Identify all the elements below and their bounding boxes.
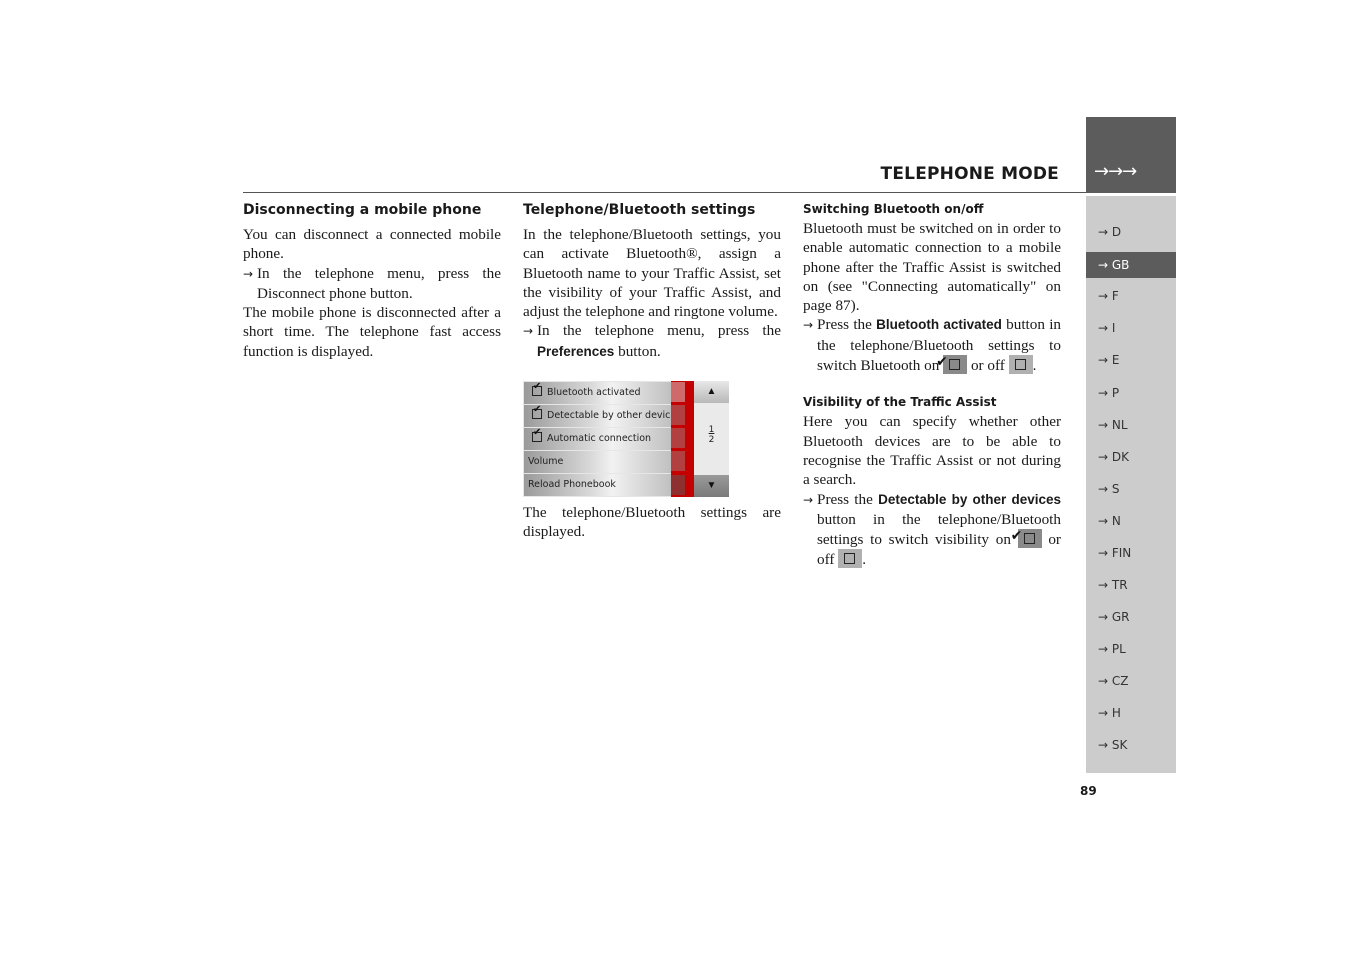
step-text: or off [967,357,1009,375]
sidebar-item-p[interactable]: → P [1086,380,1176,406]
device-row-volume[interactable]: Volume [524,451,671,474]
sidebar-item-h[interactable]: → H [1086,700,1176,726]
step-text: . [862,551,867,569]
device-red-bar [671,381,694,498]
device-row-bluetooth-activated[interactable]: Bluetooth activated [524,381,671,405]
paragraph: In the telephone/Bluetooth settings, you… [523,226,781,321]
sidebar-item-fin[interactable]: → FIN [1086,540,1176,566]
red-cell [671,382,685,403]
section-heading: Telephone/Bluetooth settings [523,202,756,218]
checkbox-checked-icon [532,427,542,443]
sidebar-item-n[interactable]: → N [1086,508,1176,534]
paragraph: The mobile phone is disconnected after a… [243,304,501,360]
row-label: Volume [528,456,564,468]
sidebar-item-cz[interactable]: → CZ [1086,668,1176,694]
device-row-reload-phonebook[interactable]: Reload Phonebook [524,474,671,497]
red-cell [671,405,685,426]
sidebar-item-pl[interactable]: → PL [1086,636,1176,662]
triple-arrow-icon: →→→ [1094,161,1137,182]
step-text: button. [614,342,661,360]
row-label: Detectable by other devices [547,410,682,422]
sidebar-item-tr[interactable]: → TR [1086,572,1176,598]
step-text: In the telephone menu, press the Disconn… [257,264,501,302]
sidebar-item-i[interactable]: → I [1086,315,1176,341]
page-indicator: 1 2 [694,425,729,445]
paragraph: The telephone/Bluetooth settings are dis… [523,504,781,541]
checkbox-checked-icon [532,381,542,397]
page-number: 89 [1080,784,1097,798]
page-current: 1 [708,425,715,436]
device-scrollbar: ▲ 1 2 ▼ [694,381,729,498]
ui-label-detectable: Detectable by other devices [878,491,1062,507]
section-bluetooth-settings: Telephone/Bluetooth settings In the tele… [523,200,781,542]
sidebar-item-gr[interactable]: → GR [1086,604,1176,630]
ui-label-bluetooth-activated: Bluetooth activated [876,317,1002,333]
step-text: Press the [817,490,879,508]
header-rule [243,192,1086,193]
sidebar-item-dk[interactable]: → DK [1086,444,1176,470]
arrow-icon: → [803,492,814,507]
sidebar-item-nl[interactable]: → NL [1086,412,1176,438]
sidebar-item-d[interactable]: → D [1086,219,1176,245]
instruction-step: → Press the Detectable by other devices b… [803,490,1061,570]
chapter-tab: →→→ [1086,117,1176,193]
sidebar-item-s[interactable]: → S [1086,476,1176,502]
device-row-detectable[interactable]: Detectable by other devices [524,404,681,428]
sidebar-item-gb[interactable]: → GB [1086,252,1176,278]
step-text: . [1032,357,1037,375]
sidebar-item-f[interactable]: → F [1086,283,1176,309]
section-bluetooth-switching: Switching Bluetooth on/off Bluetooth mus… [803,200,1061,570]
red-cell [671,428,685,449]
device-row-automatic-connection[interactable]: Automatic connection [524,427,671,451]
ui-label-preferences: Preferences [537,343,615,359]
step-text: In the telephone menu, press the [537,322,781,340]
sidebar-item-e[interactable]: → E [1086,347,1176,373]
red-cell [671,475,685,496]
paragraph: Here you can specify whether other Bluet… [803,413,1061,489]
language-sidebar: → D → GB → F → I → E → P → NL → DK → S →… [1086,196,1176,773]
paragraph: Bluetooth must be switched on in order t… [803,220,1061,315]
row-label: Reload Phonebook [528,479,616,491]
instruction-step: → In the telephone menu, press the Prefer… [523,321,781,361]
page-total: 2 [708,435,715,446]
scroll-up-button[interactable]: ▲ [694,381,729,404]
checkbox-checked-icon [532,404,542,420]
instruction-step: → Press the Bluetooth activated button in… [803,315,1061,375]
section-disconnecting: Disconnecting a mobile phone You can dis… [243,200,501,361]
row-label: Automatic connection [547,433,652,445]
arrow-icon: → [803,318,814,333]
section-heading: Disconnecting a mobile phone [243,202,482,218]
subsection-heading: Visibility of the Traffic Assist [803,395,997,410]
step-text: Press the [817,316,877,334]
red-cell [671,451,685,472]
page-title: TELEPHONE MODE [880,164,1059,184]
scroll-down-button[interactable]: ▼ [694,475,729,498]
instruction-step: → In the telephone menu, press the Discon… [243,264,501,304]
checkbox-off-icon [1008,355,1033,375]
arrow-icon: → [523,324,534,339]
sidebar-item-sk[interactable]: → SK [1086,732,1176,758]
row-label: Bluetooth activated [547,387,641,399]
subsection-heading: Switching Bluetooth on/off [803,202,984,216]
checkbox-on-icon: ✔ [936,355,968,375]
checkbox-off-icon [838,549,863,569]
arrow-icon: → [243,266,254,281]
checkbox-on-icon: ✔ [1011,529,1042,549]
paragraph: You can disconnect a connected mobile ph… [243,226,501,263]
device-settings-screenshot: Bluetooth activated Detectable by other … [523,381,729,498]
